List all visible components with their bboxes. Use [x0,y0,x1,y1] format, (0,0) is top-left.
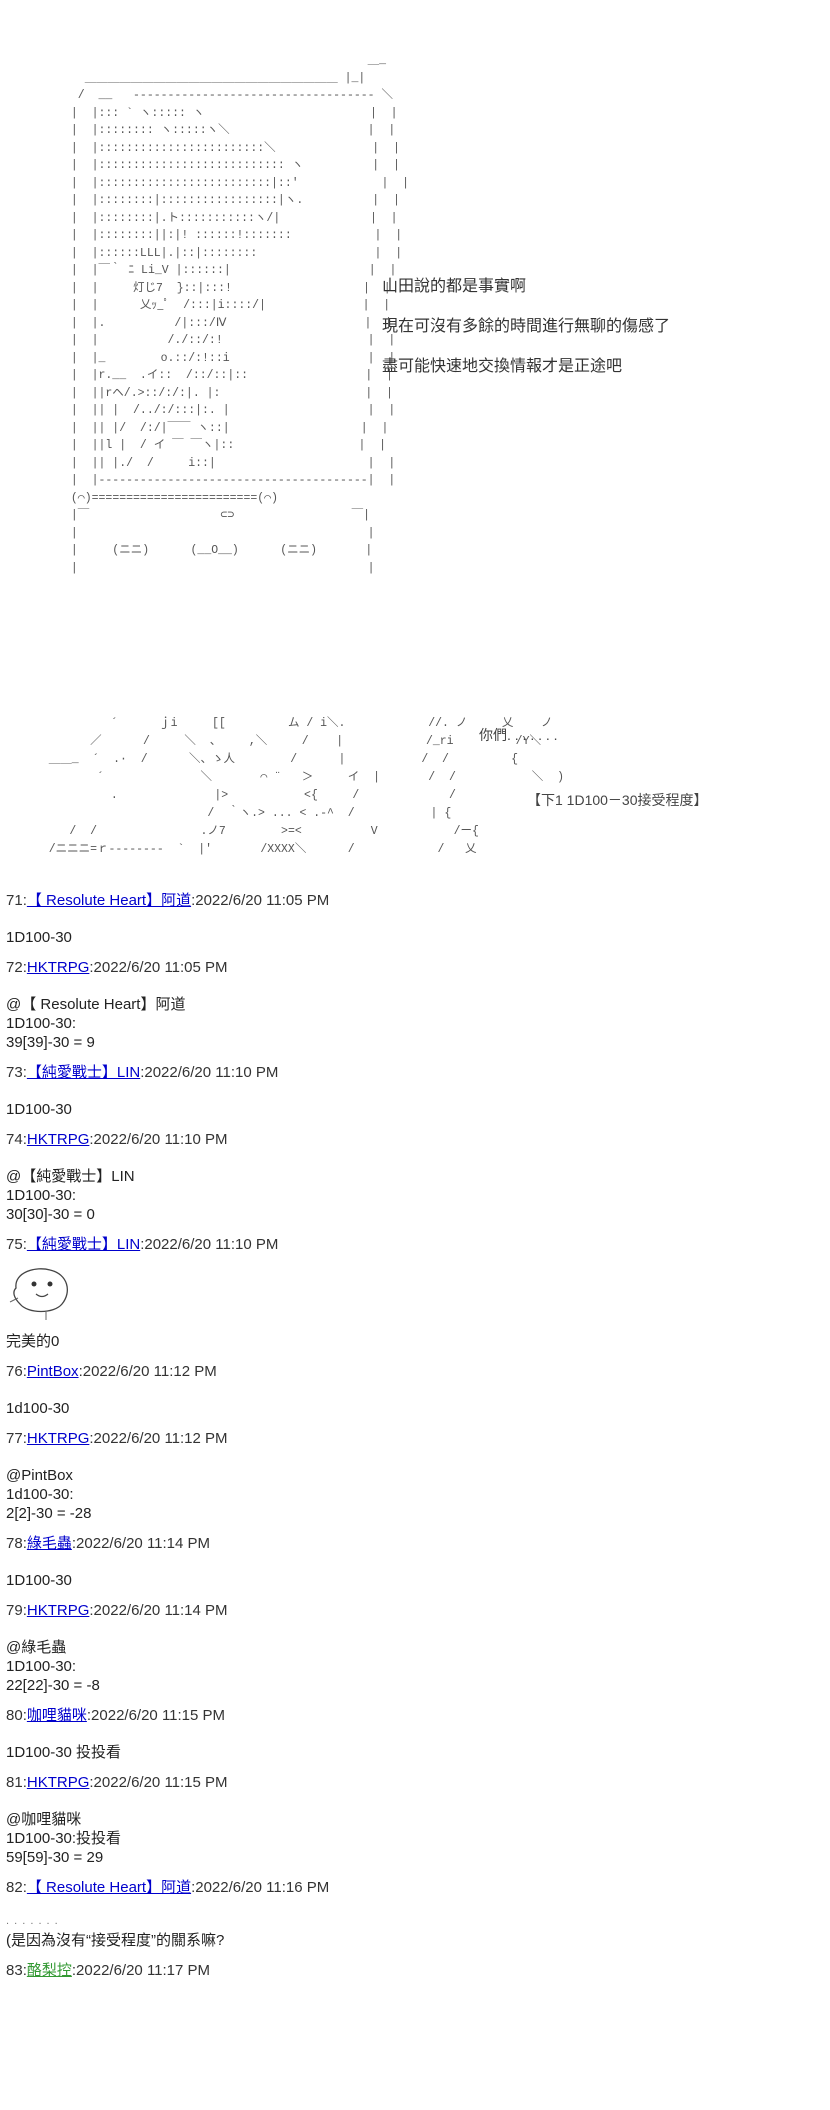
smiley-face-image [9,1268,68,1320]
post-79: 79:HKTRPG:2022/6/20 11:14 PM @綠毛蟲 1D100-… [6,1602,816,1695]
post-body: 1D100-30 [6,1572,72,1589]
post-author-link[interactable]: 【 Resolute Heart】阿道 [27,892,191,909]
dotted-separator: . . . . . . . [6,1915,59,1927]
post-list: 71:【 Resolute Heart】阿道:2022/6/20 11:05 P… [6,880,816,1980]
dice-prompt: 【下1 1D100－30接受程度】 [527,792,708,808]
post-header: 76:PintBox:2022/6/20 11:12 PM [6,1363,217,1380]
post-author-link[interactable]: 咖哩貓咪 [27,1707,87,1724]
post-author-link[interactable]: 綠毛蟲 [27,1535,72,1552]
post-time: 2022/6/20 11:15 PM [91,1707,226,1724]
post-body: @PintBox 1d100-30: 2[2]-30 = -28 [6,1467,92,1522]
post-header: 83:酪梨控:2022/6/20 11:17 PM [6,1962,211,1979]
post-time: 2022/6/20 11:15 PM [93,1774,228,1791]
post-time: 2022/6/20 11:12 PM [93,1430,228,1447]
post-body: 完美的0 [6,1333,60,1350]
post-header: 77:HKTRPG:2022/6/20 11:12 PM [6,1430,228,1447]
post-number: 74 [6,1131,23,1148]
post-header: 82:【 Resolute Heart】阿道:2022/6/20 11:16 P… [6,1879,330,1896]
post-77: 77:HKTRPG:2022/6/20 11:12 PM @PintBox 1d… [6,1430,816,1523]
post-number: 81 [6,1774,23,1791]
post-header: 72:HKTRPG:2022/6/20 11:05 PM [6,959,228,976]
aside-text-you: 你們. . . . . . . [479,727,558,743]
post-body: (是因為沒有“接受程度”的關系嘛? [6,1932,225,1949]
post-83: 83:酪梨控:2022/6/20 11:17 PM [6,1962,816,1980]
post-body: @綠毛蟲 1D100-30: 22[22]-30 = -8 [6,1639,100,1694]
post-author-link[interactable]: HKTRPG [27,1602,90,1619]
post-number: 82 [6,1879,23,1896]
post-number: 83 [6,1962,23,1979]
post-time: 2022/6/20 11:10 PM [144,1064,279,1081]
post-time: 2022/6/20 11:12 PM [82,1363,217,1380]
post-author-link[interactable]: HKTRPG [27,1774,90,1791]
post-author-link[interactable]: 酪梨控 [27,1962,72,1979]
post-header: 73:【純愛戰士】LIN:2022/6/20 11:10 PM [6,1064,279,1081]
post-number: 72 [6,959,23,976]
post-body: 1d100-30 [6,1400,70,1417]
post-body: @【純愛戰士】LIN 1D100-30: 30[30]-30 = 0 [6,1168,135,1223]
post-75: 75:【純愛戰士】LIN:2022/6/20 11:10 PM 完美的0 [6,1236,816,1351]
dialogue-line-3: 盡可能快速地交換情報才是正途吧 [382,358,623,375]
post-header: 78:綠毛蟲:2022/6/20 11:14 PM [6,1535,211,1552]
post-73: 73:【純愛戰士】LIN:2022/6/20 11:10 PM 1D100-30 [6,1064,816,1119]
post-body: @【 Resolute Heart】阿道 1D100-30: 39[39]-30… [6,996,186,1051]
post-time: 2022/6/20 11:10 PM [93,1131,228,1148]
post-author-link[interactable]: HKTRPG [27,959,90,976]
post-author-link[interactable]: HKTRPG [27,1131,90,1148]
post-78: 78:綠毛蟲:2022/6/20 11:14 PM 1D100-30 [6,1535,816,1590]
post-number: 71 [6,892,23,909]
post-80: 80:咖哩貓咪:2022/6/20 11:15 PM 1D100-30 投投看 [6,1707,816,1762]
post-number: 77 [6,1430,23,1447]
post-time: 2022/6/20 11:16 PM [195,1879,330,1896]
post-82: 82:【 Resolute Heart】阿道:2022/6/20 11:16 P… [6,1879,816,1950]
post-71: 71:【 Resolute Heart】阿道:2022/6/20 11:05 P… [6,892,816,947]
post-number: 78 [6,1535,23,1552]
post-header: 71:【 Resolute Heart】阿道:2022/6/20 11:05 P… [6,892,330,909]
post-time: 2022/6/20 11:10 PM [144,1236,279,1253]
post-time: 2022/6/20 11:14 PM [76,1535,211,1552]
post-header: 79:HKTRPG:2022/6/20 11:14 PM [6,1602,228,1619]
post-author-link[interactable]: HKTRPG [27,1430,90,1447]
post-number: 75 [6,1236,23,1253]
post-time: 2022/6/20 11:05 PM [93,959,228,976]
post-author-link[interactable]: PintBox [27,1363,79,1380]
post-author-link[interactable]: 【純愛戰士】LIN [27,1064,140,1081]
post-number: 79 [6,1602,23,1619]
post-header: 80:咖哩貓咪:2022/6/20 11:15 PM [6,1707,226,1724]
ascii-art-phone: ＿_ ＿＿＿＿＿＿＿＿＿＿＿＿＿＿＿＿＿＿＿＿＿＿ |_| / __ -----… [70,54,410,575]
post-time: 2022/6/20 11:17 PM [76,1962,211,1979]
dialogue-line-1: 山田說的都是事實啊 [382,278,527,295]
post-number: 73 [6,1064,23,1081]
post-72: 72:HKTRPG:2022/6/20 11:05 PM @【 Resolute… [6,959,816,1052]
post-number: 76 [6,1363,23,1380]
post-time: 2022/6/20 11:05 PM [195,892,330,909]
post-header: 75:【純愛戰士】LIN:2022/6/20 11:10 PM [6,1236,279,1253]
dialogue-line-2: 現在可沒有多餘的時間進行無聊的傷感了 [382,318,671,335]
post-body: @咖哩貓咪 1D100-30:投投看 59[59]-30 = 29 [6,1811,122,1866]
post-header: 74:HKTRPG:2022/6/20 11:10 PM [6,1131,228,1148]
post-header: 81:HKTRPG:2022/6/20 11:15 PM [6,1774,228,1791]
post-body: 1D100-30 [6,1101,72,1118]
post-body: 1D100-30 [6,929,72,946]
post-76: 76:PintBox:2022/6/20 11:12 PM 1d100-30 [6,1363,816,1418]
post-number: 80 [6,1707,23,1724]
post-74: 74:HKTRPG:2022/6/20 11:10 PM @【純愛戰士】LIN … [6,1131,816,1224]
post-81: 81:HKTRPG:2022/6/20 11:15 PM @咖哩貓咪 1D100… [6,1774,816,1867]
post-author-link[interactable]: 【 Resolute Heart】阿道 [27,1879,191,1896]
post-body: 1D100-30 投投看 [6,1744,122,1761]
post-author-link[interactable]: 【純愛戰士】LIN [27,1236,140,1253]
post-time: 2022/6/20 11:14 PM [93,1602,228,1619]
